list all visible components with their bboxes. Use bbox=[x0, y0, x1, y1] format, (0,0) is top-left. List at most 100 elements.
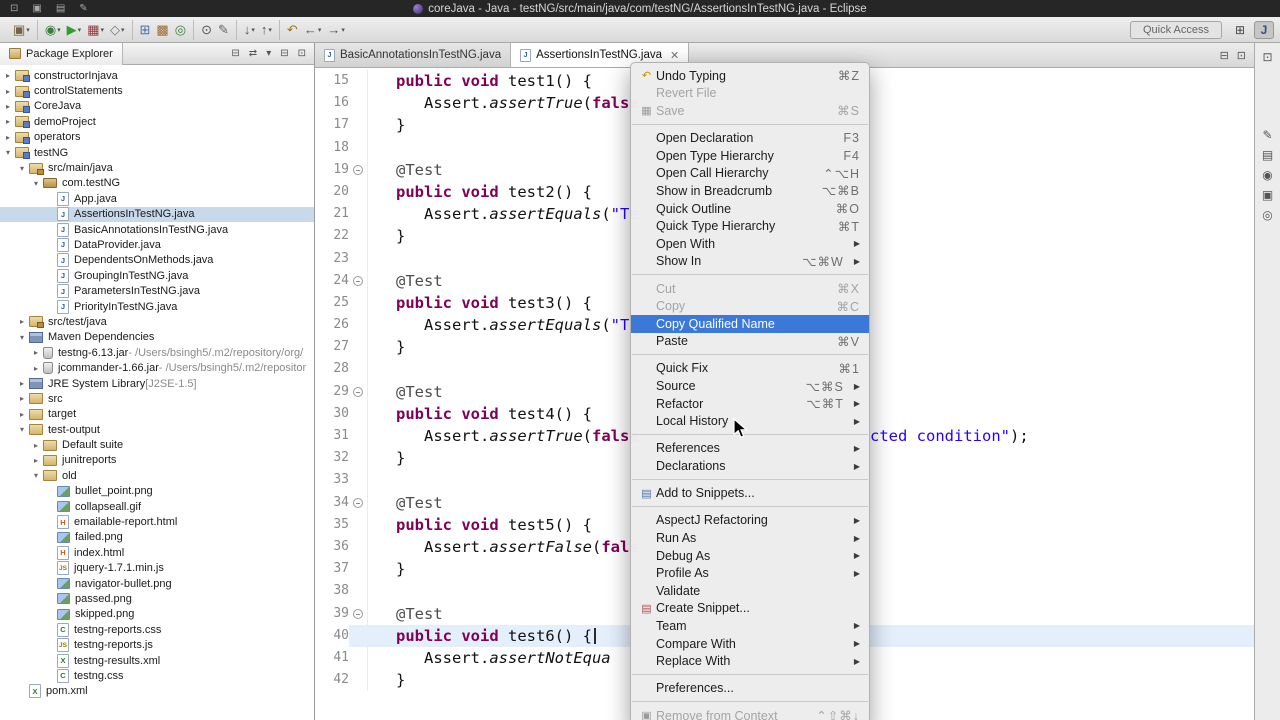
java-perspective-icon[interactable]: J bbox=[1254, 20, 1274, 39]
new-java-project-icon[interactable]: ⊞ bbox=[137, 20, 154, 40]
menu-item-add-to-snippets[interactable]: ▤ Add to Snippets... bbox=[631, 484, 869, 502]
minimize-view-icon[interactable]: ⊟ bbox=[280, 48, 288, 59]
tree-item-testng[interactable]: ▾ testNG bbox=[0, 145, 314, 160]
tree-item-target[interactable]: ▸ target bbox=[0, 407, 314, 422]
menu-item-preferences[interactable]: Preferences... bbox=[631, 680, 869, 698]
tree-item-jquery-1-7-1-min-js[interactable]: JS jquery-1.7.1.min.js bbox=[0, 561, 314, 576]
menu-item-declarations[interactable]: Declarations ▶ bbox=[631, 457, 869, 475]
tree-expanded-arrow[interactable]: ▾ bbox=[16, 333, 28, 342]
tree-item-maven-dependencies[interactable]: ▾ Maven Dependencies bbox=[0, 330, 314, 345]
new-wizard-icon[interactable]: ▣ ▾ bbox=[10, 20, 33, 40]
pencil-icon[interactable]: ✎ bbox=[79, 3, 87, 14]
tree-item-app-java[interactable]: J App.java bbox=[0, 191, 314, 206]
tree-item-collapseall-gif[interactable]: collapseall.gif bbox=[0, 499, 314, 514]
fold-collapse-marker[interactable] bbox=[349, 159, 367, 181]
dropdown-arrow-icon[interactable]: ▾ bbox=[100, 26, 104, 34]
menu-item-refactor[interactable]: Refactor ⌥⌘T ▶ bbox=[631, 395, 869, 413]
menu-item-replace-with[interactable]: Replace With ▶ bbox=[631, 652, 869, 670]
maximize-editor-icon[interactable]: ⊡ bbox=[1237, 49, 1246, 62]
tree-collapsed-arrow[interactable]: ▸ bbox=[2, 133, 14, 142]
menu-item-open-type-hierarchy[interactable]: Open Type Hierarchy F4 bbox=[631, 147, 869, 165]
tree-item-priorityintestng-java[interactable]: J PriorityInTestNG.java bbox=[0, 299, 314, 314]
maximize-view-icon[interactable]: ⊡ bbox=[298, 48, 306, 59]
minimize-editor-icon[interactable]: ⊟ bbox=[1220, 49, 1229, 62]
tree-item-jre-system-library[interactable]: ▸ JRE System Library [J2SE-1.5] bbox=[0, 376, 314, 391]
menu-item-quick-type-hierarchy[interactable]: Quick Type Hierarchy ⌘T bbox=[631, 217, 869, 235]
menu-item-team[interactable]: Team ▶ bbox=[631, 617, 869, 635]
tree-collapsed-arrow[interactable]: ▸ bbox=[2, 117, 14, 126]
tree-item-default-suite[interactable]: ▸ Default suite bbox=[0, 437, 314, 452]
tree-item-navigator-bullet-png[interactable]: navigator-bullet.png bbox=[0, 576, 314, 591]
menu-item-show-in[interactable]: Show In ⌥⌘W ▶ bbox=[631, 253, 869, 271]
tree-expanded-arrow[interactable]: ▾ bbox=[30, 471, 42, 480]
fold-collapse-marker[interactable] bbox=[349, 381, 367, 403]
menu-item-profile-as[interactable]: Profile As ▶ bbox=[631, 564, 869, 582]
package-explorer-tab[interactable]: Package Explorer bbox=[0, 42, 123, 65]
tree-item-src-test-java[interactable]: ▸ src/test/java bbox=[0, 314, 314, 329]
dropdown-arrow-icon[interactable]: ▾ bbox=[251, 26, 255, 34]
menu-item-quick-fix[interactable]: Quick Fix ⌘1 bbox=[631, 360, 869, 378]
menu-item-source[interactable]: Source ⌥⌘S ▶ bbox=[631, 377, 869, 395]
collapse-all-icon[interactable]: ⊟ bbox=[231, 48, 239, 59]
dropdown-arrow-icon[interactable]: ▾ bbox=[318, 26, 322, 34]
menu-item-open-declaration[interactable]: Open Declaration F3 bbox=[631, 129, 869, 147]
quick-access-button[interactable]: Quick Access bbox=[1129, 20, 1222, 39]
dropdown-arrow-icon[interactable]: ▾ bbox=[78, 26, 82, 34]
menu-item-create-snippet[interactable]: ▤ Create Snippet... bbox=[631, 600, 869, 618]
window-icon[interactable]: ▣ bbox=[32, 3, 41, 14]
menu-item-quick-outline[interactable]: Quick Outline ⌘O bbox=[631, 200, 869, 218]
view-menu-icon[interactable]: ▾ bbox=[266, 48, 271, 59]
editor-tab-basicannotationsintestng-java[interactable]: J BasicAnnotationsInTestNG.java bbox=[315, 43, 512, 67]
tree-item-testng-6-13-jar[interactable]: ▸ testng-6.13.jar - /Users/bsingh5/.m2/re… bbox=[0, 345, 314, 360]
tree-item-src[interactable]: ▸ src bbox=[0, 391, 314, 406]
tree-item-com-testng[interactable]: ▾ com.testNG bbox=[0, 176, 314, 191]
previous-annotation-icon[interactable]: ↑ ▾ bbox=[258, 20, 275, 40]
open-perspective-icon[interactable]: ⊞ bbox=[1230, 21, 1250, 39]
tree-item-jcommander-1-66-jar[interactable]: ▸ jcommander-1.66.jar - /Users/bsingh5/.m… bbox=[0, 360, 314, 375]
tree-collapsed-arrow[interactable]: ▸ bbox=[16, 379, 28, 388]
tree-collapsed-arrow[interactable]: ▸ bbox=[16, 410, 28, 419]
menu-item-run-as[interactable]: Run As ▶ bbox=[631, 529, 869, 547]
debug-icon[interactable]: ◉ ▾ bbox=[42, 20, 64, 40]
tree-item-index-html[interactable]: Hindex.html bbox=[0, 545, 314, 560]
menu-item-paste[interactable]: Paste ⌘V bbox=[631, 333, 869, 351]
tree-item-parametersintestng-java[interactable]: J ParametersInTestNG.java bbox=[0, 283, 314, 299]
tree-item-pom-xml[interactable]: Xpom.xml bbox=[0, 684, 314, 699]
menu-item-compare-with[interactable]: Compare With ▶ bbox=[631, 635, 869, 653]
menu-item-references[interactable]: References ▶ bbox=[631, 440, 869, 458]
javadoc-icon[interactable]: ▣ bbox=[1262, 185, 1273, 205]
menu-item-copy-qualified-name[interactable]: Copy Qualified Name bbox=[631, 314, 869, 333]
menu-item-open-call-hierarchy[interactable]: Open Call Hierarchy ⌃⌥H bbox=[631, 165, 869, 183]
dropdown-arrow-icon[interactable]: ▾ bbox=[26, 26, 30, 34]
tree-expanded-arrow[interactable]: ▾ bbox=[16, 425, 28, 434]
tree-collapsed-arrow[interactable]: ▸ bbox=[2, 87, 14, 96]
search-icon[interactable]: ⊙ bbox=[198, 20, 215, 40]
tree-collapsed-arrow[interactable]: ▸ bbox=[16, 394, 28, 403]
declaration-icon[interactable]: ◎ bbox=[1262, 205, 1272, 225]
new-package-icon[interactable]: ▩ bbox=[153, 20, 171, 40]
tree-item-emailable-report-html[interactable]: Hemailable-report.html bbox=[0, 514, 314, 530]
menu-item-local-history[interactable]: Local History ▶ bbox=[631, 412, 869, 430]
menu-item-debug-as[interactable]: Debug As ▶ bbox=[631, 547, 869, 565]
tree-expanded-arrow[interactable]: ▾ bbox=[2, 148, 14, 157]
tree-item-corejava[interactable]: ▸ CoreJava bbox=[0, 99, 314, 114]
tree-item-passed-png[interactable]: passed.png bbox=[0, 591, 314, 606]
forward-icon[interactable]: → ▾ bbox=[324, 20, 348, 40]
tree-item-src-main-java[interactable]: ▾ src/main/java bbox=[0, 160, 314, 175]
ant-icon[interactable]: ◉ bbox=[1262, 165, 1272, 185]
tree-item-operators[interactable]: ▸ operators bbox=[0, 130, 314, 145]
mark-occurrences-icon[interactable]: ✎ bbox=[215, 20, 232, 40]
tree-item-testng-reports-css[interactable]: Ctestng-reports.css bbox=[0, 622, 314, 637]
tree-expanded-arrow[interactable]: ▾ bbox=[16, 164, 28, 173]
run-icon[interactable]: ▶ ▾ bbox=[64, 20, 85, 40]
tree-item-testng-results-xml[interactable]: Xtestng-results.xml bbox=[0, 653, 314, 668]
tree-item-old[interactable]: ▾ old bbox=[0, 468, 314, 483]
tree-item-test-output[interactable]: ▾ test-output bbox=[0, 422, 314, 437]
menu-item-undo-typing[interactable]: ↶ Undo Typing ⌘Z bbox=[631, 67, 869, 85]
tree-item-constructorinjava[interactable]: ▸ constructorInjava bbox=[0, 68, 314, 83]
back-icon[interactable]: ← ▾ bbox=[301, 20, 325, 40]
tree-item-dataprovider-java[interactable]: J DataProvider.java bbox=[0, 237, 314, 252]
tree-item-controlstatements[interactable]: ▸ controlStatements bbox=[0, 83, 314, 98]
tree-item-testng-css[interactable]: Ctestng.css bbox=[0, 668, 314, 683]
last-edit-location-icon[interactable]: ↶ bbox=[284, 20, 301, 40]
